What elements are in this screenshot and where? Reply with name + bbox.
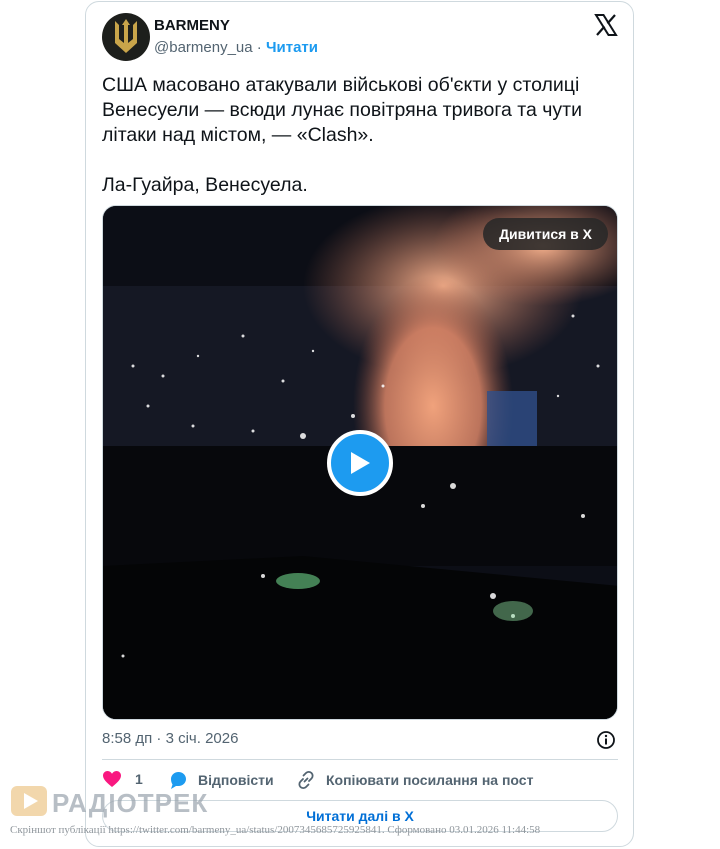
like-count: 1 — [135, 771, 143, 787]
play-icon — [351, 452, 370, 474]
avatar[interactable] — [102, 13, 150, 61]
copy-link-button[interactable]: Копіювати посилання на пост — [296, 770, 533, 790]
video-media[interactable]: Дивитися в X — [102, 205, 618, 720]
tweet-text: США масовано атакували військові об'єкти… — [102, 74, 582, 196]
reply-button[interactable]: Відповісти — [168, 770, 274, 790]
separator: · — [256, 39, 262, 56]
watermark-brand: РАДІОТРЕК — [52, 788, 209, 818]
reply-label: Відповісти — [198, 772, 274, 788]
trident-emblem-icon — [115, 19, 137, 53]
post-time: 8:58 дп — [102, 730, 153, 747]
post-timestamp[interactable]: 8:58 дп · 3 січ. 2026 — [102, 730, 238, 747]
author-name[interactable]: BARMENY — [154, 17, 230, 34]
reply-bubble-icon — [171, 772, 186, 789]
follow-link[interactable]: Читати — [266, 39, 318, 56]
copy-link-label: Копіювати посилання на пост — [326, 772, 534, 788]
like-button[interactable]: 1 — [102, 770, 143, 788]
meta-separator: · — [156, 730, 162, 747]
watch-on-x-button[interactable]: Дивитися в X — [483, 218, 608, 250]
author-handle[interactable]: @barmeny_ua — [154, 39, 253, 56]
link-icon — [298, 770, 314, 790]
x-logo-icon[interactable] — [594, 13, 618, 37]
screenshot-caption: Скріншот публікації https://twitter.com/… — [10, 824, 541, 836]
author-handle-row: @barmeny_ua · Читати — [154, 39, 318, 56]
radiotrek-logo-icon — [11, 786, 47, 816]
divider — [102, 759, 618, 760]
play-button[interactable] — [327, 430, 393, 496]
heart-icon — [103, 771, 121, 787]
info-icon[interactable] — [596, 730, 616, 750]
post-date: 3 січ. 2026 — [165, 730, 239, 747]
